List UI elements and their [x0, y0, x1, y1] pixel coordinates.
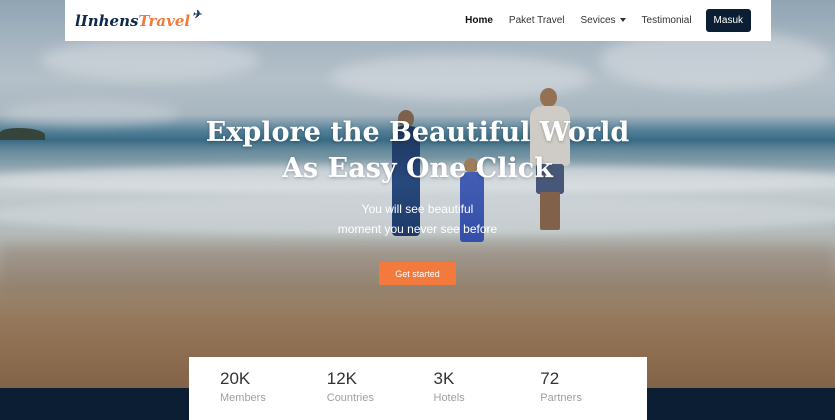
hero-title-line1: Explore the Beautiful World: [205, 117, 630, 148]
stat-members: 20K Members: [220, 369, 327, 420]
stats-card: 20K Members 12K Countries 3K Hotels 72 P…: [189, 357, 647, 420]
stat-label: Countries: [326, 392, 374, 404]
stat-value: 12K: [326, 369, 357, 388]
nav-services-label: Sevices: [580, 15, 616, 26]
stat-value: 3K: [433, 369, 455, 388]
stat-partners: 72 Partners: [540, 369, 647, 420]
stat-countries: 12K Countries: [327, 369, 434, 420]
brand-name-part1: lInhens: [75, 11, 139, 30]
brand-logo[interactable]: lInhens Travel ✈: [75, 8, 201, 30]
navbar: lInhens Travel ✈ Home Paket Travel Sevic…: [65, 0, 771, 41]
hero-title: Explore the Beautiful World As Easy One …: [150, 115, 685, 187]
nav-services-dropdown[interactable]: Sevices: [573, 15, 634, 26]
stat-label: Hotels: [433, 392, 465, 404]
stat-label: Partners: [540, 392, 582, 404]
nav-testimonial[interactable]: Testimonial: [634, 15, 700, 26]
hero-title-line2: As Easy One Click: [282, 153, 553, 184]
hero-subtitle: You will see beautiful moment you never …: [300, 199, 535, 239]
get-started-button[interactable]: Get started: [379, 262, 456, 285]
stat-value: 72: [540, 369, 560, 388]
nav-paket-travel[interactable]: Paket Travel: [501, 15, 573, 26]
hero-background-image: [0, 0, 835, 388]
airplane-icon: ✈: [192, 8, 202, 21]
login-button[interactable]: Masuk: [705, 9, 751, 32]
nav-links: Home Paket Travel Sevices Testimonial Ma…: [457, 9, 751, 32]
stat-value: 20K: [220, 369, 251, 388]
brand-name-part2: Travel: [138, 11, 191, 30]
stat-label: Members: [220, 392, 266, 404]
stat-hotels: 3K Hotels: [434, 369, 541, 420]
nav-home[interactable]: Home: [457, 15, 501, 26]
hero-subtitle-line1: You will see beautiful: [361, 202, 474, 216]
caret-down-icon: [619, 18, 626, 23]
hero-subtitle-line2: moment you never see before: [337, 222, 498, 236]
